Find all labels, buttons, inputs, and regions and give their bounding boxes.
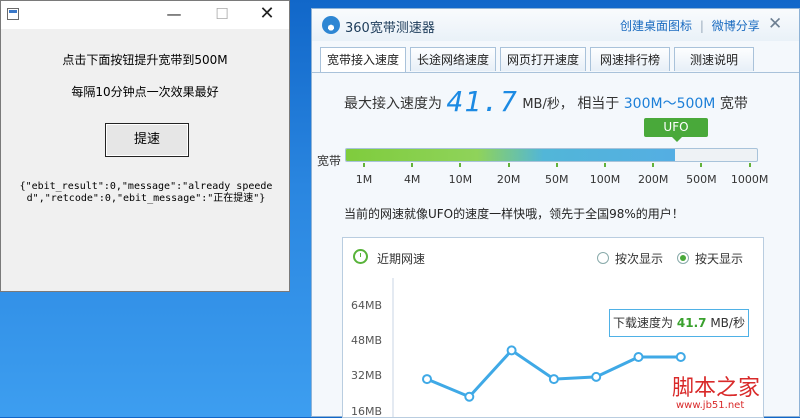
speedup-dialog: — ☐ ✕ 点击下面按钮提升宽带到500M 每隔10分钟点一次效果最好 提速 {… <box>0 0 290 292</box>
speed-summary: 最大接入速度为 41.7 MB/秒， 相当于 300M～500M 宽带 <box>344 85 748 118</box>
speed-data-point[interactable] <box>633 352 644 362</box>
tab-access-speed[interactable]: 宽带接入速度 <box>320 47 406 73</box>
speed-test-window: 360宽带测速器 创建桌面图标 | 微博分享 ✕ 宽带接入速度 长途网络速度 网… <box>311 8 800 418</box>
close-button[interactable]: ✕ <box>244 1 290 29</box>
close-icon[interactable]: ✕ <box>768 14 782 34</box>
ufo-badge: UFO <box>644 118 708 142</box>
scale-tick-mark <box>652 163 655 167</box>
watermark-logo: 脚本之家 <box>672 376 761 401</box>
minimize-button[interactable]: — <box>151 1 197 29</box>
scale-tick-mark <box>459 163 462 167</box>
scale-tick-label: 20M <box>496 173 521 186</box>
360-logo-icon <box>322 16 340 34</box>
speed-data-point[interactable] <box>464 391 475 402</box>
scale-tick-label: 4M <box>403 173 421 186</box>
scale-tick-label: 100M <box>589 173 621 186</box>
scale-tick-label: 10M <box>448 173 473 186</box>
scale-tick-mark <box>748 163 751 167</box>
response-text: {"ebit_result":0,"message":"already spee… <box>19 181 273 204</box>
instruction-text: 点击下面按钮提升宽带到500M <box>62 53 228 67</box>
speed-data-point[interactable] <box>548 374 559 385</box>
scale-tick-label: 500M <box>686 173 717 186</box>
speed-bar-fill <box>346 149 675 161</box>
tooltip-unit: MB/秒 <box>710 316 745 330</box>
speed-prefix: 最大接入速度为 <box>344 96 442 112</box>
speed-value: 41.7 <box>446 85 518 118</box>
bandwidth-label: 宽带 <box>317 154 342 168</box>
speed-bar <box>345 148 758 162</box>
equiv-range: 300M～500M <box>623 96 716 112</box>
scale-tick-label: 200M <box>637 173 669 186</box>
dialog-titlebar: — ☐ ✕ <box>1 1 289 29</box>
speed-data-point[interactable] <box>591 371 602 382</box>
watermark-url: www.jb51.net <box>676 400 745 411</box>
weibo-share-link[interactable]: 微博分享 <box>712 19 760 33</box>
speedup-button[interactable]: 提速 <box>105 123 189 157</box>
speed-data-point[interactable] <box>675 352 686 362</box>
tab-help[interactable]: 测速说明 <box>674 47 754 71</box>
speed-data-point[interactable] <box>422 374 432 385</box>
tooltip-value: 41.7 <box>676 316 707 330</box>
scale-tick-mark <box>555 163 558 167</box>
scale-tick-mark <box>700 163 703 167</box>
scale-tick-label: 1M <box>355 173 373 186</box>
app-icon <box>7 8 19 20</box>
scale-tick-mark <box>604 163 606 167</box>
speed-description: 当前的网速就像UFO的速度一样快哦，领先于全国98%的用户！ <box>344 207 684 221</box>
window-title: 360宽带测速器 <box>345 21 435 36</box>
tooltip-prefix: 下载速度为 <box>613 316 674 330</box>
equiv-prefix: 相当于 <box>577 96 620 112</box>
header-links: 创建桌面图标 | 微博分享 <box>620 17 764 34</box>
create-desktop-icon-link[interactable]: 创建桌面图标 <box>620 19 692 33</box>
scale-tick-mark <box>411 163 414 167</box>
tab-long-distance[interactable]: 长途网络速度 <box>410 47 496 71</box>
scale-tick-mark <box>507 163 510 167</box>
speed-data-point[interactable] <box>506 345 517 356</box>
tab-web-open[interactable]: 网页打开速度 <box>500 47 586 71</box>
tab-ranking[interactable]: 网速排行榜 <box>590 47 670 71</box>
equiv-suffix: 宽带 <box>719 96 748 112</box>
scale-tick-label: 1000M <box>730 173 769 186</box>
scale-tick-mark <box>363 163 365 167</box>
scale-tick-label: 50M <box>545 173 569 186</box>
tab-divider <box>312 72 799 73</box>
speed-tooltip: 下载速度为 41.7 MB/秒 <box>609 309 749 337</box>
tip-text: 每隔10分钟点一次效果最好 <box>71 85 219 99</box>
window-header: 360宽带测速器 创建桌面图标 | 微博分享 ✕ <box>312 9 799 41</box>
link-separator: | <box>699 19 704 33</box>
speed-unit: MB/秒， <box>522 97 573 112</box>
maximize-button[interactable]: ☐ <box>199 1 245 29</box>
